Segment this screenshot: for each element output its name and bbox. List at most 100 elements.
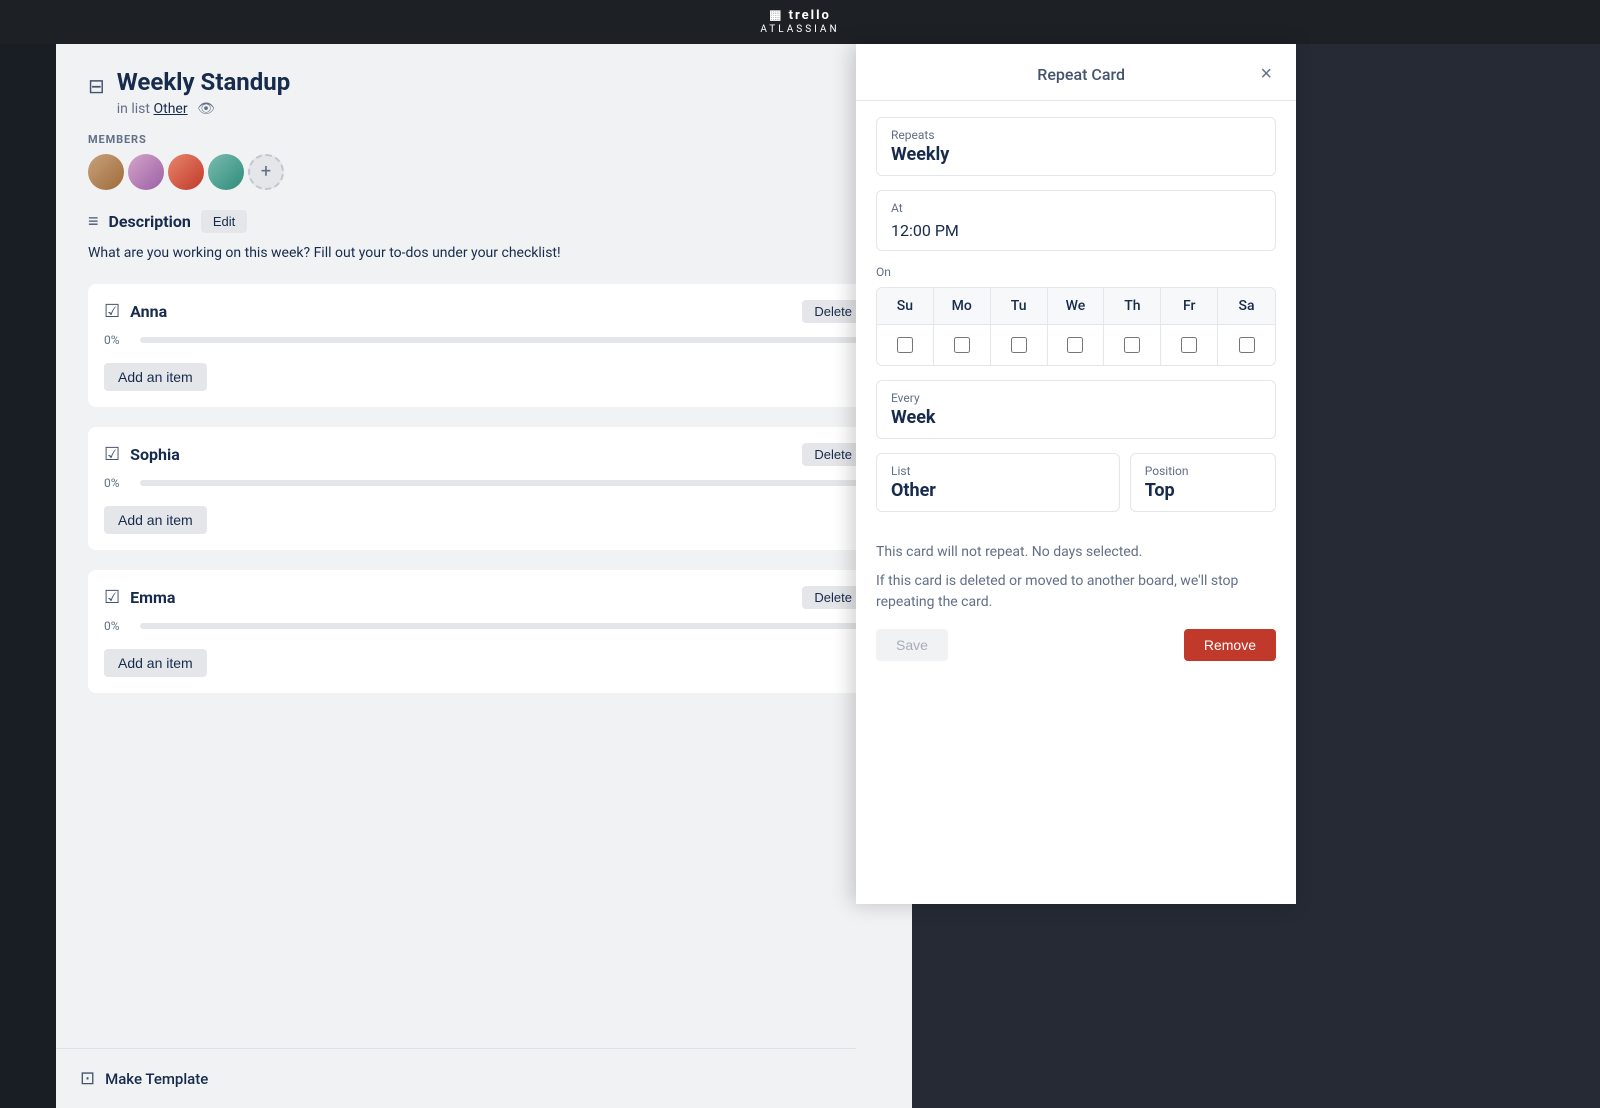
description-icon: ≡ xyxy=(88,211,99,232)
day-we-check[interactable] xyxy=(1048,325,1105,365)
panel-body: Repeats Weekly At 12:00 PM On Su Mo Tu W… xyxy=(856,101,1296,677)
checklist-anna: ☑ Anna Delete 0% Add an item xyxy=(88,284,880,407)
su-checkbox[interactable] xyxy=(897,337,913,353)
days-header: Su Mo Tu We Th Fr Sa xyxy=(877,288,1275,324)
position-field[interactable]: Position Top xyxy=(1130,453,1276,512)
checklist-name: Sophia xyxy=(130,445,180,464)
days-table: Su Mo Tu We Th Fr Sa xyxy=(876,287,1276,366)
time-value: 12:00 PM xyxy=(891,221,1261,240)
list-label: List xyxy=(891,464,1105,478)
remove-button[interactable]: Remove xyxy=(1184,629,1276,661)
progress-bar-background xyxy=(140,337,864,343)
avatar[interactable] xyxy=(128,154,164,190)
card-header: ⊟ Weekly Standup in list Other 👁 xyxy=(88,68,880,117)
sidebar xyxy=(0,44,56,1108)
close-panel-button[interactable]: × xyxy=(1256,62,1276,86)
make-template-label: Make Template xyxy=(105,1070,208,1088)
delete-checklist-button[interactable]: Delete xyxy=(802,586,864,609)
panel-title: Repeat Card xyxy=(906,65,1256,84)
checklist-emma: ☑ Emma Delete 0% Add an item xyxy=(88,570,880,693)
edit-description-button[interactable]: Edit xyxy=(201,210,247,233)
sidebar-label xyxy=(0,44,56,84)
sa-checkbox[interactable] xyxy=(1239,337,1255,353)
description-section: ≡ Description Edit What are you working … xyxy=(88,210,880,264)
avatar[interactable] xyxy=(88,154,124,190)
on-label: On xyxy=(876,265,1276,279)
day-th-check[interactable] xyxy=(1104,325,1161,365)
template-icon: ⊡ xyxy=(80,1068,95,1089)
day-sa-check[interactable] xyxy=(1218,325,1275,365)
add-item-button[interactable]: Add an item xyxy=(104,649,207,677)
checklist-icon: ☑ xyxy=(104,444,120,465)
at-time-field[interactable]: At 12:00 PM xyxy=(876,190,1276,251)
members-row: + xyxy=(88,154,880,190)
list-value: Other xyxy=(891,480,1105,501)
every-value: Week xyxy=(891,407,1261,428)
add-item-button[interactable]: Add an item xyxy=(104,363,207,391)
tu-checkbox[interactable] xyxy=(1011,337,1027,353)
progress-bar-background xyxy=(140,480,864,486)
day-fr: Fr xyxy=(1161,288,1218,324)
every-label: Every xyxy=(891,391,1261,405)
repeats-field[interactable]: Repeats Weekly xyxy=(876,117,1276,176)
day-sa: Sa xyxy=(1218,288,1275,324)
info-text-2: If this card is deleted or moved to anot… xyxy=(876,571,1276,613)
members-section: MEMBERS + xyxy=(88,133,880,190)
card-title: Weekly Standup xyxy=(117,68,290,97)
at-label: At xyxy=(891,201,1261,215)
position-value: Top xyxy=(1145,480,1261,501)
list-link[interactable]: Other xyxy=(153,101,187,117)
mo-checkbox[interactable] xyxy=(954,337,970,353)
add-member-button[interactable]: + xyxy=(248,154,284,190)
add-item-button[interactable]: Add an item xyxy=(104,506,207,534)
repeats-value: Weekly xyxy=(891,144,1261,165)
delete-checklist-button[interactable]: Delete xyxy=(802,300,864,323)
delete-checklist-button[interactable]: Delete xyxy=(802,443,864,466)
list-field[interactable]: List Other xyxy=(876,453,1120,512)
checklist-icon: ☑ xyxy=(104,587,120,608)
day-su-check[interactable] xyxy=(877,325,934,365)
progress-percent: 0% xyxy=(104,476,132,490)
progress-bar-background xyxy=(140,623,864,629)
every-field[interactable]: Every Week xyxy=(876,380,1276,439)
avatar[interactable] xyxy=(208,154,244,190)
day-su: Su xyxy=(877,288,934,324)
trello-logo: ▦ trello ATLASSIAN xyxy=(760,8,839,36)
th-checkbox[interactable] xyxy=(1124,337,1140,353)
members-label: MEMBERS xyxy=(88,133,880,146)
fr-checkbox[interactable] xyxy=(1181,337,1197,353)
top-bar: ▦ trello ATLASSIAN xyxy=(0,0,1600,44)
days-check-row xyxy=(877,324,1275,365)
checklist-name: Anna xyxy=(130,302,167,321)
we-checkbox[interactable] xyxy=(1067,337,1083,353)
info-text-1: This card will not repeat. No days selec… xyxy=(876,542,1276,563)
checklist-name: Emma xyxy=(130,588,175,607)
day-mo-check[interactable] xyxy=(934,325,991,365)
list-position-row: List Other Position Top xyxy=(876,453,1276,526)
watch-icon[interactable]: 👁 xyxy=(197,101,215,117)
atlassian-label: ATLASSIAN xyxy=(760,24,839,36)
avatar[interactable] xyxy=(168,154,204,190)
day-fr-check[interactable] xyxy=(1161,325,1218,365)
day-mo: Mo xyxy=(934,288,991,324)
card-modal: ⊟ Weekly Standup in list Other 👁 MEMBERS… xyxy=(56,44,912,1108)
day-tu: Tu xyxy=(991,288,1048,324)
save-button[interactable]: Save xyxy=(876,629,948,661)
repeats-label: Repeats xyxy=(891,128,1261,142)
card-type-icon: ⊟ xyxy=(88,74,105,98)
description-title: Description xyxy=(109,212,191,231)
repeat-card-panel: Repeat Card × Repeats Weekly At 12:00 PM… xyxy=(856,44,1296,904)
panel-buttons: Save Remove xyxy=(876,629,1276,661)
day-th: Th xyxy=(1104,288,1161,324)
checklist-sophia: ☑ Sophia Delete 0% Add an item xyxy=(88,427,880,550)
on-section: On Su Mo Tu We Th Fr Sa xyxy=(876,265,1276,366)
progress-percent: 0% xyxy=(104,333,132,347)
day-tu-check[interactable] xyxy=(991,325,1048,365)
day-we: We xyxy=(1048,288,1105,324)
panel-header: Repeat Card × xyxy=(856,44,1296,101)
position-label: Position xyxy=(1145,464,1261,478)
make-template-bar[interactable]: ⊡ Make Template xyxy=(56,1048,856,1108)
description-text: What are you working on this week? Fill … xyxy=(88,243,880,264)
card-subtitle: in list Other 👁 xyxy=(117,101,290,117)
checklist-icon: ☑ xyxy=(104,301,120,322)
